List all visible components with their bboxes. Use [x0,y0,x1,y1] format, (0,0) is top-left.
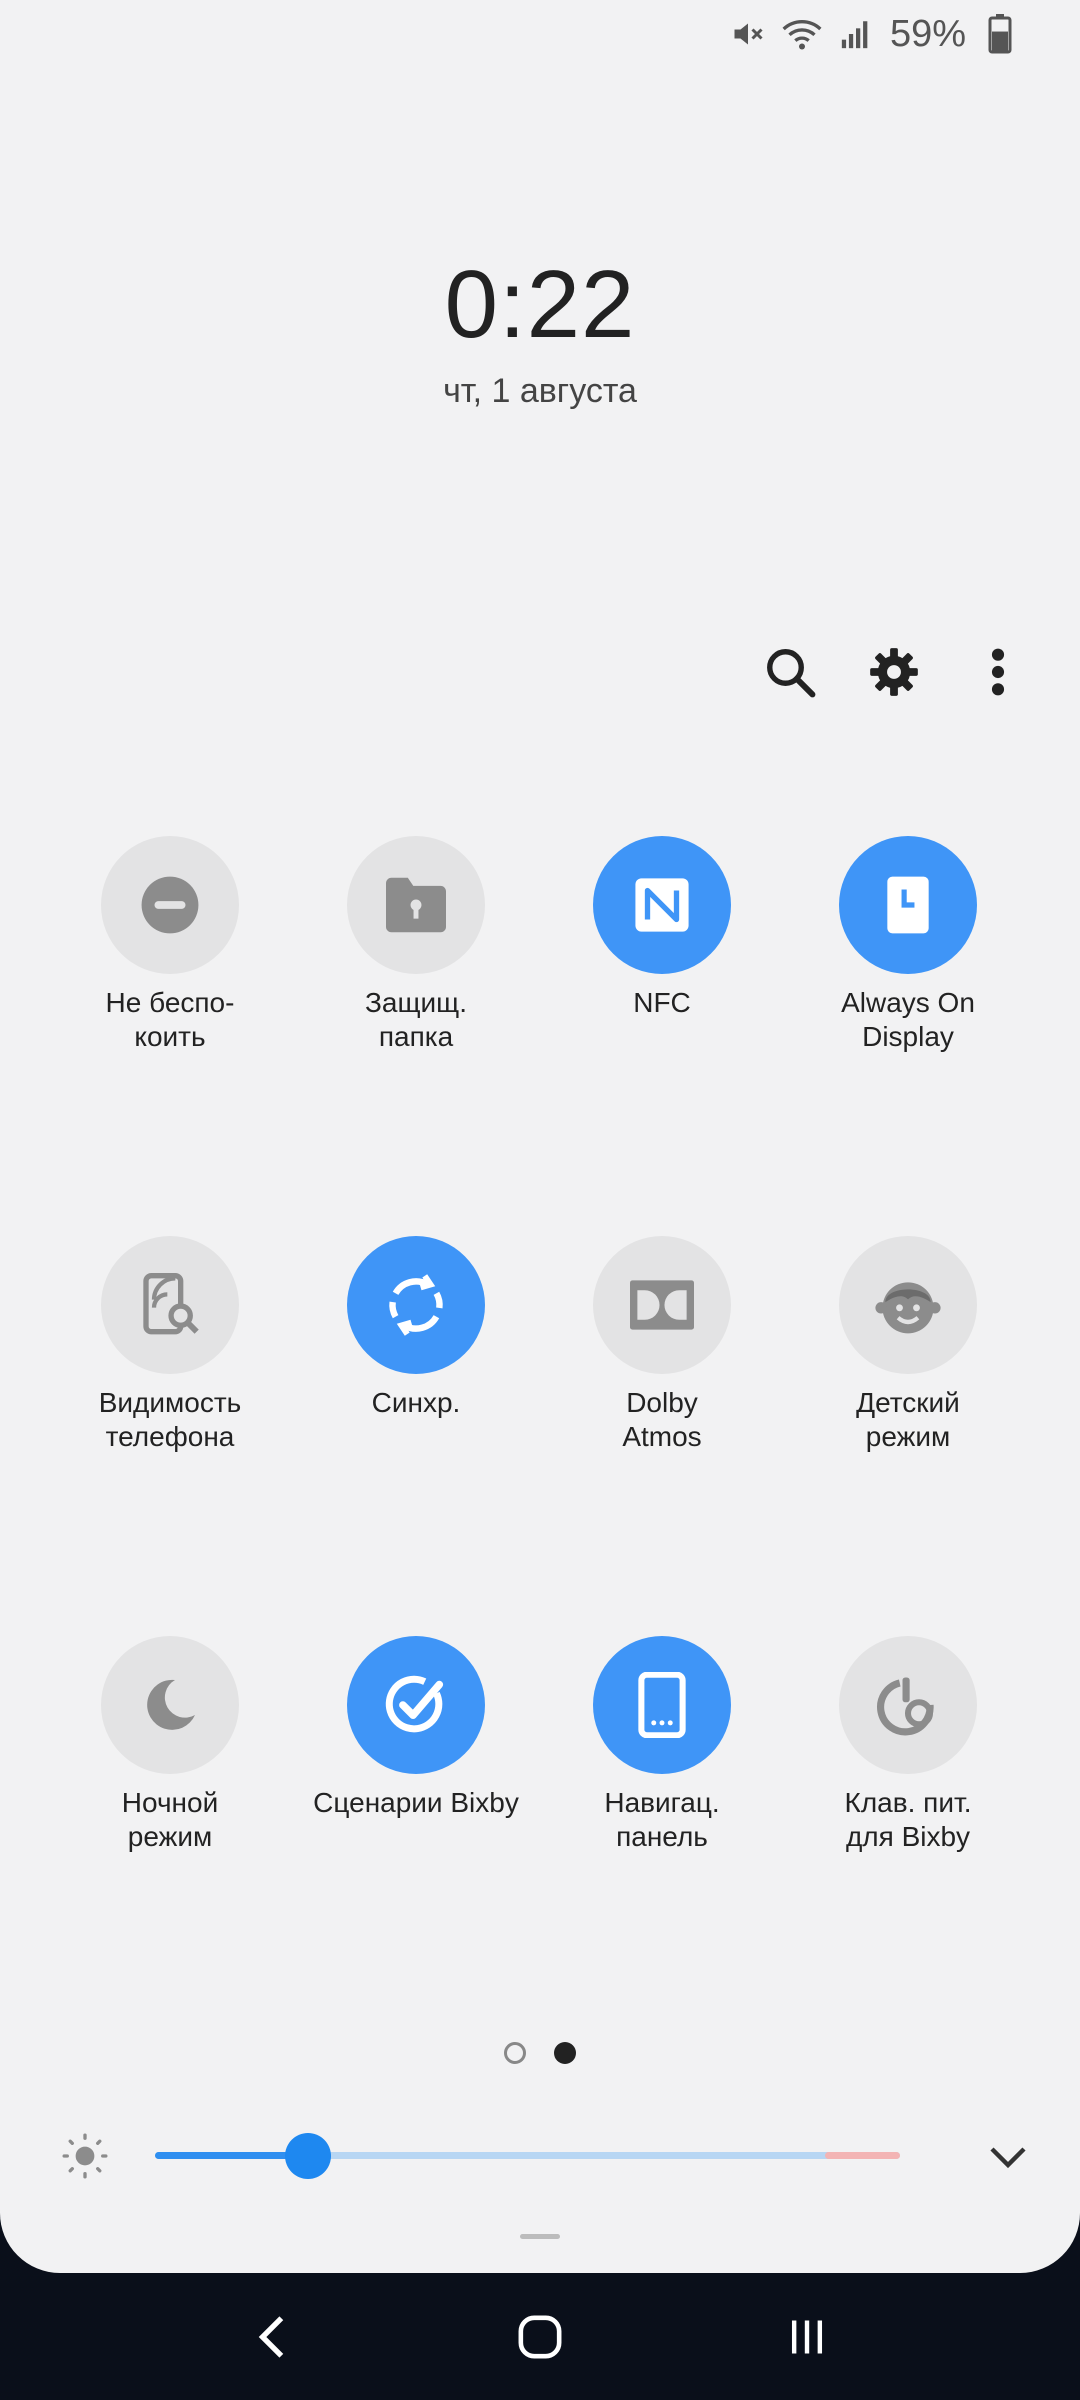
mute-icon [728,14,768,54]
search-button[interactable] [758,640,822,704]
tile-circle[interactable] [593,1636,731,1774]
clock-date: чт, 1 августа [443,372,637,410]
tile-label: Always On Display [841,987,975,1052]
tile-do-not-disturb[interactable]: Не беспо- коить [47,836,293,1236]
tile-bixby-routines[interactable]: Сценарии Bixby [293,1636,539,2036]
brightness-control [0,2125,1080,2185]
quick-settings-grid: Не беспо- коить Защищ. папка NFC Always … [47,836,1033,2036]
tile-secure-folder[interactable]: Защищ. папка [293,836,539,1236]
home-icon [518,2315,562,2358]
tile-navigation-bar[interactable]: Навигац. панель [539,1636,785,2036]
back-button[interactable] [233,2297,313,2377]
back-icon [259,2315,284,2358]
tile-night-mode[interactable]: Ночной режим [47,1636,293,2036]
page-dot-1[interactable] [504,2042,526,2064]
dolby-icon [630,1280,694,1330]
settings-button[interactable] [862,640,926,704]
tile-label: Синхр. [371,1387,461,1418]
recents-icon [791,2320,822,2353]
tile-circle[interactable] [839,836,977,974]
tile-circle[interactable] [839,1636,977,1774]
tile-sync[interactable]: Синхр. [293,1236,539,1636]
bixby-routines-icon [385,1675,444,1733]
gear-icon [870,648,918,696]
tile-circle[interactable] [839,1236,977,1374]
more-vert-icon [991,648,1005,696]
tile-always-on-display[interactable]: Always On Display [785,836,1031,1236]
tile-label: Сценарии Bixby [313,1787,519,1818]
tile-phone-visibility[interactable]: Видимость телефона [47,1236,293,1636]
more-options-button[interactable] [966,640,1030,704]
brightness-slider[interactable] [155,2133,900,2179]
brightness-thumb[interactable] [284,2133,331,2179]
tile-circle[interactable] [347,1636,485,1774]
panel-handle[interactable] [520,2234,560,2239]
do-not-disturb-icon [141,876,199,934]
tile-circle[interactable] [593,836,731,974]
wifi-icon [782,14,822,54]
page-indicator [0,2042,1080,2064]
kids-mode-icon [875,1282,941,1334]
brightness-track-end [825,2152,900,2159]
battery-icon [980,14,1020,54]
status-bar: 59% [728,10,1020,58]
bixby-key-icon [877,1677,934,1736]
tile-label: Ночной режим [121,1787,219,1852]
tile-label: Защищ. папка [365,987,467,1052]
expand-button[interactable] [984,2133,1032,2181]
tile-dolby-atmos[interactable]: Dolby Atmos [539,1236,785,1636]
tile-circle[interactable] [347,1236,485,1374]
tile-circle[interactable] [101,836,239,974]
tile-label: Видимость телефона [98,1387,242,1452]
always-on-display-icon [887,876,929,934]
battery-percent: 59% [889,12,966,55]
phone-visibility-icon [143,1273,199,1335]
sync-icon [389,1274,443,1336]
tile-circle[interactable] [593,1236,731,1374]
tile-circle[interactable] [101,1236,239,1374]
tile-label: Dolby Atmos [622,1387,702,1452]
tile-circle[interactable] [101,1636,239,1774]
signal-icon [836,14,876,54]
navigation-bar-icon [638,1672,686,1738]
system-nav-bar [0,2273,1080,2400]
brightness-icon [62,2133,108,2179]
night-mode-icon [147,1679,195,1730]
tile-label: Клав. пит. для Bixby [844,1787,972,1852]
tile-nfc[interactable]: NFC [539,836,785,1236]
panel-actions [758,640,1030,704]
quick-panel: 59% 0:22 чт, 1 августа Не беспо- коить З… [0,0,1080,2273]
nfc-icon [635,878,689,932]
tile-label: Детский режим [856,1387,960,1452]
tile-label: Не беспо- коить [105,987,235,1052]
clock-time: 0:22 [444,251,636,358]
tile-bixby-key[interactable]: Клав. пит. для Bixby [785,1636,1031,2036]
home-button[interactable] [500,2297,580,2377]
search-icon [767,649,816,698]
secure-folder-icon [386,877,446,933]
tile-circle[interactable] [347,836,485,974]
tile-kids-mode[interactable]: Детский режим [785,1236,1031,1636]
page-dot-2[interactable] [554,2042,576,2064]
tile-label: NFC [633,987,691,1018]
recents-button[interactable] [767,2297,847,2377]
tile-label: Навигац. панель [604,1787,720,1852]
chevron-down-icon [990,2147,1026,2169]
